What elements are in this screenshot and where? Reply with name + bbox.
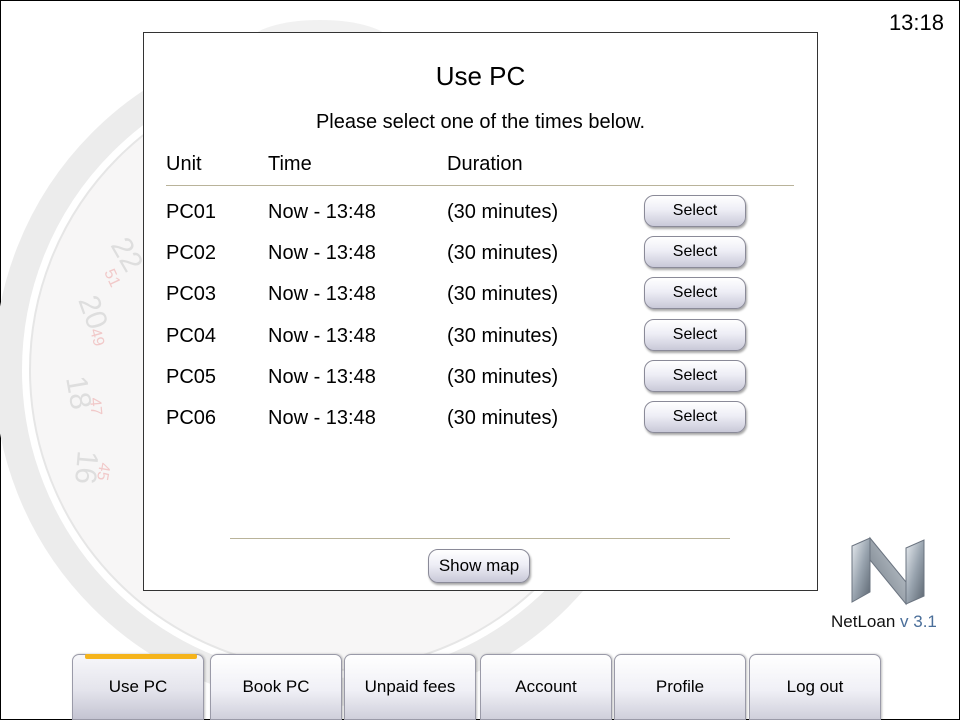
table-row: PC05 Now - 13:48 (30 minutes) Select [166, 359, 796, 405]
tab-label: Book PC [242, 677, 310, 696]
select-button-pc03[interactable]: Select [644, 277, 746, 310]
time-cell: Now - 13:48 [268, 283, 376, 306]
tab-use-pc[interactable]: Use PC [72, 654, 204, 720]
duration-cell: (30 minutes) [447, 406, 559, 429]
table-row: PC03 Now - 13:48 (30 minutes) Select [166, 277, 796, 322]
footer-divider [230, 538, 730, 539]
pc-time-list: PC01 Now - 13:48 (30 minutes) Select PC0… [166, 195, 796, 446]
column-header-unit: Unit [166, 153, 202, 175]
unit-cell: PC01 [166, 201, 217, 223]
duration-cell: (30 minutes) [447, 365, 559, 388]
duration-cell: (30 minutes) [447, 242, 559, 265]
header-divider [166, 185, 794, 186]
use-pc-panel: Use PC Please select one of the times be… [143, 32, 818, 591]
select-button-pc05[interactable]: Select [644, 359, 746, 392]
unit-cell: PC06 [166, 406, 217, 429]
version-label: v 3.1 [900, 612, 937, 631]
table-row: PC02 Now - 13:48 (30 minutes) Select [166, 236, 796, 281]
time-cell: Now - 13:48 [268, 406, 376, 429]
tab-label: Unpaid fees [364, 677, 456, 696]
time-cell: Now - 13:48 [268, 201, 376, 223]
table-row: PC01 Now - 13:48 (30 minutes) Select [166, 195, 796, 240]
brand-name: NetLoan [831, 612, 896, 631]
show-map-button[interactable]: Show map [428, 549, 530, 583]
column-header-time: Time [268, 153, 312, 175]
unit-cell: PC04 [166, 324, 217, 347]
active-tab-indicator [85, 654, 197, 659]
instruction-text: Please select one of the times below. [315, 111, 646, 133]
table-row: PC06 Now - 13:48 (30 minutes) Select [166, 400, 796, 446]
clock: 13:18 [888, 10, 944, 35]
select-button-pc06[interactable]: Select [644, 400, 746, 433]
unit-cell: PC02 [166, 242, 217, 265]
select-button-pc04[interactable]: Select [644, 318, 746, 351]
duration-cell: (30 minutes) [447, 201, 559, 223]
tab-label: Use PC [108, 677, 168, 696]
tab-label: Log out [786, 677, 844, 696]
unit-cell: PC03 [166, 283, 217, 306]
time-cell: Now - 13:48 [268, 365, 376, 388]
unit-cell: PC05 [166, 365, 217, 388]
tab-unpaid-fees[interactable]: Unpaid fees [344, 654, 476, 720]
netloan-logo-icon [851, 536, 925, 606]
tab-book-pc[interactable]: Book PC [210, 654, 342, 720]
select-button-pc01[interactable]: Select [644, 195, 746, 227]
column-header-duration: Duration [447, 153, 523, 175]
tab-label: Account [515, 677, 577, 696]
duration-cell: (30 minutes) [447, 324, 559, 347]
table-header: Unit Time Duration [166, 153, 796, 183]
page-title: Use PC [435, 61, 526, 91]
duration-cell: (30 minutes) [447, 283, 559, 306]
time-cell: Now - 13:48 [268, 242, 376, 265]
tab-profile[interactable]: Profile [614, 654, 746, 720]
time-cell: Now - 13:48 [268, 324, 376, 347]
select-button-pc02[interactable]: Select [644, 236, 746, 269]
table-row: PC04 Now - 13:48 (30 minutes) Select [166, 318, 796, 364]
brand-label: NetLoan v 3.1 [831, 612, 937, 632]
tab-account[interactable]: Account [480, 654, 612, 720]
tab-label: Profile [655, 677, 705, 696]
tab-log-out[interactable]: Log out [749, 654, 881, 720]
